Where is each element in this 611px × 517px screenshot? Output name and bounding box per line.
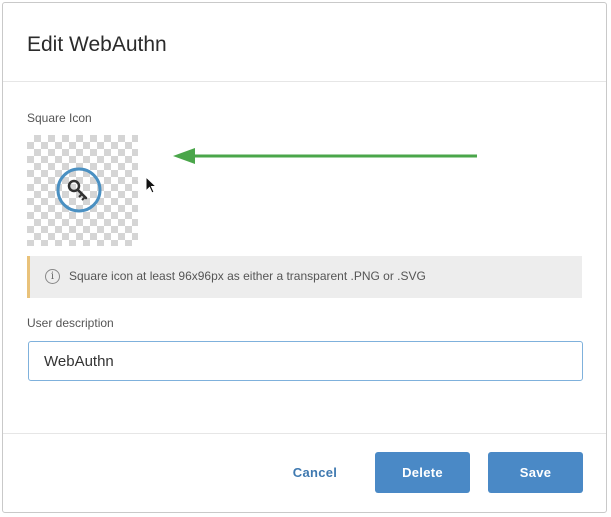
dialog-title: Edit WebAuthn — [27, 33, 167, 56]
footer-divider — [3, 433, 606, 434]
info-banner-text: Square icon at least 96x96px as either a… — [69, 269, 426, 283]
dialog-header: Edit WebAuthn — [3, 3, 606, 82]
key-in-circle-icon — [56, 167, 102, 213]
info-icon: i — [45, 269, 60, 284]
square-icon-label: Square Icon — [27, 111, 92, 125]
delete-button[interactable]: Delete — [375, 452, 470, 493]
user-description-input[interactable] — [28, 341, 583, 381]
annotation-arrow-icon — [173, 148, 477, 164]
square-icon-preview[interactable] — [27, 135, 138, 246]
edit-webauthn-dialog: Edit WebAuthn Square Icon i Square icon … — [2, 2, 607, 513]
cancel-button[interactable]: Cancel — [273, 452, 357, 493]
save-button[interactable]: Save — [488, 452, 583, 493]
mouse-cursor-icon — [145, 176, 158, 194]
user-description-label: User description — [27, 316, 114, 330]
icon-requirements-banner: i Square icon at least 96x96px as either… — [27, 256, 582, 298]
